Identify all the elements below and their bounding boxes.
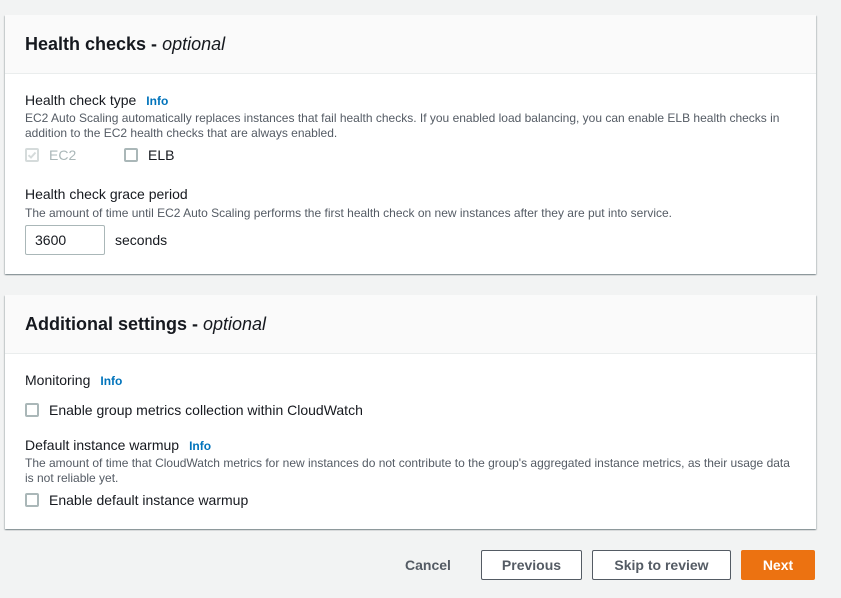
group-metrics-checkbox[interactable]: [25, 403, 39, 417]
health-check-type-description: EC2 Auto Scaling automatically replaces …: [25, 111, 780, 140]
health-check-type-info-link[interactable]: Info: [146, 94, 168, 108]
next-button[interactable]: Next: [741, 550, 815, 580]
default-warmup-label: Enable default instance warmup: [49, 492, 249, 508]
checkmark-icon: [27, 151, 37, 159]
grace-period-description: The amount of time until EC2 Auto Scalin…: [25, 206, 672, 220]
default-warmup-checkbox[interactable]: [25, 493, 39, 507]
monitoring-label: Monitoring: [25, 372, 91, 388]
monitoring-info-link[interactable]: Info: [100, 374, 122, 388]
ec2-checkbox-row: EC2: [25, 147, 76, 163]
additional-settings-title: Additional settings - optional: [25, 314, 266, 335]
group-metrics-label: Enable group metrics collection within C…: [49, 402, 363, 418]
warmup-label: Default instance warmup: [25, 437, 180, 453]
ec2-checkbox[interactable]: [25, 148, 39, 162]
cancel-button[interactable]: Cancel: [396, 550, 460, 580]
grace-period-row: seconds: [25, 225, 167, 255]
health-checks-header: Health checks - optional: [5, 15, 816, 74]
health-check-type-label: Health check type: [25, 92, 137, 108]
health-checks-title-text: Health checks -: [25, 33, 163, 54]
health-checks-panel: Health checks - optional Health check ty…: [5, 15, 816, 274]
warmup-info-link[interactable]: Info: [189, 439, 211, 453]
grace-period-label: Health check grace period: [25, 186, 188, 202]
warmup-row: Default instance warmup Info: [25, 437, 211, 453]
ec2-label: EC2: [49, 147, 77, 163]
additional-settings-title-text: Additional settings -: [25, 313, 203, 334]
health-checks-title: Health checks - optional: [25, 34, 225, 55]
health-check-type-row: Health check type Info: [25, 92, 168, 108]
additional-settings-panel: Additional settings - optional Monitorin…: [5, 295, 816, 529]
monitoring-row: Monitoring Info: [25, 372, 122, 388]
previous-button[interactable]: Previous: [481, 550, 582, 580]
default-warmup-checkbox-row: Enable default instance warmup: [25, 492, 248, 508]
elb-label: ELB: [148, 147, 175, 163]
elb-checkbox[interactable]: [124, 148, 138, 162]
additional-settings-header: Additional settings - optional: [5, 295, 816, 354]
additional-settings-optional-text: optional: [203, 313, 267, 334]
grace-period-unit: seconds: [115, 232, 168, 248]
group-metrics-checkbox-row: Enable group metrics collection within C…: [25, 402, 363, 418]
warmup-description: The amount of time that CloudWatch metri…: [25, 456, 790, 485]
elb-checkbox-row: ELB: [124, 147, 174, 163]
skip-to-review-button[interactable]: Skip to review: [592, 550, 731, 580]
health-checks-optional-text: optional: [162, 33, 226, 54]
grace-period-input[interactable]: [25, 225, 105, 255]
